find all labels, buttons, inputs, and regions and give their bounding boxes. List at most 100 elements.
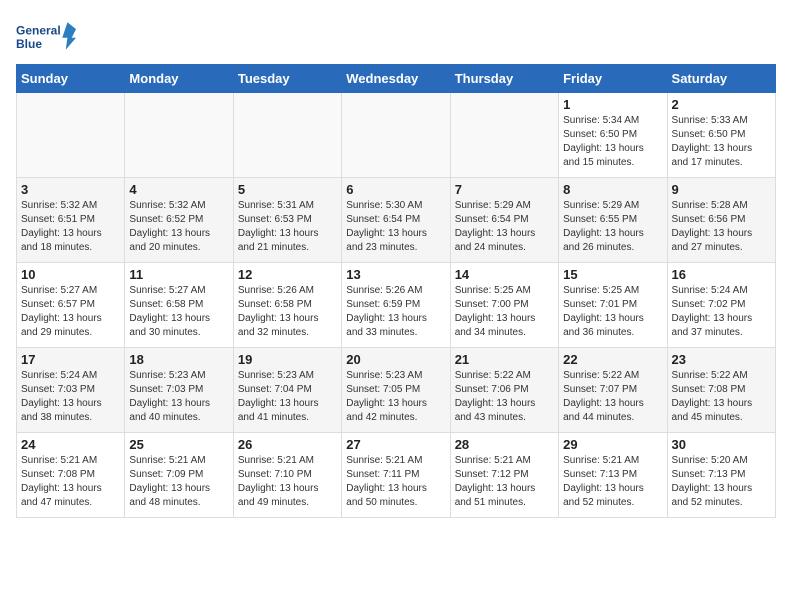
calendar-cell: 25 Sunrise: 5:21 AM Sunset: 7:09 PM Dayli… [125,433,233,518]
calendar-cell: 30Sunrise: 5:20 AM Sunset: 7:13 PM Dayli… [667,433,775,518]
weekday-header-sunday: Sunday [17,65,125,93]
day-number: 16 [672,267,771,282]
day-info: Sunrise: 5:21 AM Sunset: 7:13 PM Dayligh… [563,454,662,510]
calendar-cell [450,93,558,178]
svg-text:Blue: Blue [16,37,42,51]
day-number: 13 [346,267,445,282]
week-row-4: 17 Sunrise: 5:24 AM Sunset: 7:03 PM Dayli… [17,348,776,433]
calendar-cell: 11 Sunrise: 5:27 AM Sunset: 6:58 PM Dayli… [125,263,233,348]
calendar-cell: 23Sunrise: 5:22 AM Sunset: 7:08 PM Dayli… [667,348,775,433]
calendar-cell [233,93,341,178]
calendar-cell: 24 Sunrise: 5:21 AM Sunset: 7:08 PM Dayli… [17,433,125,518]
logo: General Blue [16,16,76,56]
day-number: 18 [129,352,228,367]
day-info: Sunrise: 5:23 AM Sunset: 7:04 PM Dayligh… [238,369,337,425]
day-number: 29 [563,437,662,452]
day-info: Sunrise: 5:24 AM Sunset: 7:02 PM Dayligh… [672,284,771,340]
day-number: 24 [21,437,120,452]
day-number: 20 [346,352,445,367]
day-info: Sunrise: 5:21 AM Sunset: 7:12 PM Dayligh… [455,454,554,510]
day-number: 7 [455,182,554,197]
day-info: Sunrise: 5:33 AM Sunset: 6:50 PM Dayligh… [672,114,771,170]
day-number: 22 [563,352,662,367]
week-row-3: 10Sunrise: 5:27 AM Sunset: 6:57 PM Dayli… [17,263,776,348]
weekday-header-wednesday: Wednesday [342,65,450,93]
calendar-cell: 17 Sunrise: 5:24 AM Sunset: 7:03 PM Dayli… [17,348,125,433]
day-number: 17 [21,352,120,367]
calendar-cell: 18 Sunrise: 5:23 AM Sunset: 7:03 PM Dayli… [125,348,233,433]
day-info: Sunrise: 5:26 AM Sunset: 6:58 PM Dayligh… [238,284,337,340]
calendar-cell: 2 Sunrise: 5:33 AM Sunset: 6:50 PM Daylig… [667,93,775,178]
day-info: Sunrise: 5:22 AM Sunset: 7:07 PM Dayligh… [563,369,662,425]
calendar-cell: 6Sunrise: 5:30 AM Sunset: 6:54 PM Daylig… [342,178,450,263]
calendar-cell: 21 Sunrise: 5:22 AM Sunset: 7:06 PM Dayli… [450,348,558,433]
day-number: 25 [129,437,228,452]
logo-svg: General Blue [16,16,76,56]
day-number: 14 [455,267,554,282]
calendar-cell: 3 Sunrise: 5:32 AM Sunset: 6:51 PM Daylig… [17,178,125,263]
calendar-cell: 16 Sunrise: 5:24 AM Sunset: 7:02 PM Dayli… [667,263,775,348]
calendar-cell: 20 Sunrise: 5:23 AM Sunset: 7:05 PM Dayli… [342,348,450,433]
calendar-cell: 29 Sunrise: 5:21 AM Sunset: 7:13 PM Dayli… [559,433,667,518]
weekday-header-row: SundayMondayTuesdayWednesdayThursdayFrid… [17,65,776,93]
calendar-cell: 10Sunrise: 5:27 AM Sunset: 6:57 PM Dayli… [17,263,125,348]
calendar-cell: 9 Sunrise: 5:28 AM Sunset: 6:56 PM Daylig… [667,178,775,263]
day-number: 9 [672,182,771,197]
calendar-cell: 8 Sunrise: 5:29 AM Sunset: 6:55 PM Daylig… [559,178,667,263]
day-number: 28 [455,437,554,452]
weekday-header-friday: Friday [559,65,667,93]
calendar-cell: 27 Sunrise: 5:21 AM Sunset: 7:11 PM Dayli… [342,433,450,518]
day-number: 2 [672,97,771,112]
day-number: 27 [346,437,445,452]
calendar-cell: 1 Sunrise: 5:34 AM Sunset: 6:50 PM Daylig… [559,93,667,178]
weekday-header-tuesday: Tuesday [233,65,341,93]
calendar-cell: 14Sunrise: 5:25 AM Sunset: 7:00 PM Dayli… [450,263,558,348]
day-info: Sunrise: 5:34 AM Sunset: 6:50 PM Dayligh… [563,114,662,170]
calendar-cell [17,93,125,178]
day-info: Sunrise: 5:27 AM Sunset: 6:58 PM Dayligh… [129,284,228,340]
day-number: 30 [672,437,771,452]
day-info: Sunrise: 5:30 AM Sunset: 6:54 PM Dayligh… [346,199,445,255]
week-row-5: 24 Sunrise: 5:21 AM Sunset: 7:08 PM Dayli… [17,433,776,518]
calendar-cell: 4 Sunrise: 5:32 AM Sunset: 6:52 PM Daylig… [125,178,233,263]
day-number: 1 [563,97,662,112]
calendar-cell [342,93,450,178]
day-info: Sunrise: 5:24 AM Sunset: 7:03 PM Dayligh… [21,369,120,425]
day-info: Sunrise: 5:28 AM Sunset: 6:56 PM Dayligh… [672,199,771,255]
weekday-header-saturday: Saturday [667,65,775,93]
svg-text:General: General [16,23,61,37]
day-number: 8 [563,182,662,197]
day-info: Sunrise: 5:29 AM Sunset: 6:55 PM Dayligh… [563,199,662,255]
day-info: Sunrise: 5:21 AM Sunset: 7:11 PM Dayligh… [346,454,445,510]
day-info: Sunrise: 5:21 AM Sunset: 7:10 PM Dayligh… [238,454,337,510]
calendar-cell: 7 Sunrise: 5:29 AM Sunset: 6:54 PM Daylig… [450,178,558,263]
day-number: 23 [672,352,771,367]
calendar-cell: 5 Sunrise: 5:31 AM Sunset: 6:53 PM Daylig… [233,178,341,263]
weekday-header-monday: Monday [125,65,233,93]
calendar-cell: 28 Sunrise: 5:21 AM Sunset: 7:12 PM Dayli… [450,433,558,518]
week-row-1: 1 Sunrise: 5:34 AM Sunset: 6:50 PM Daylig… [17,93,776,178]
day-info: Sunrise: 5:22 AM Sunset: 7:06 PM Dayligh… [455,369,554,425]
day-info: Sunrise: 5:29 AM Sunset: 6:54 PM Dayligh… [455,199,554,255]
day-info: Sunrise: 5:32 AM Sunset: 6:51 PM Dayligh… [21,199,120,255]
day-info: Sunrise: 5:21 AM Sunset: 7:09 PM Dayligh… [129,454,228,510]
day-number: 4 [129,182,228,197]
day-info: Sunrise: 5:26 AM Sunset: 6:59 PM Dayligh… [346,284,445,340]
day-info: Sunrise: 5:32 AM Sunset: 6:52 PM Dayligh… [129,199,228,255]
day-number: 3 [21,182,120,197]
day-number: 11 [129,267,228,282]
day-number: 5 [238,182,337,197]
day-number: 19 [238,352,337,367]
day-number: 12 [238,267,337,282]
day-info: Sunrise: 5:23 AM Sunset: 7:03 PM Dayligh… [129,369,228,425]
week-row-2: 3 Sunrise: 5:32 AM Sunset: 6:51 PM Daylig… [17,178,776,263]
day-number: 10 [21,267,120,282]
calendar-cell: 26 Sunrise: 5:21 AM Sunset: 7:10 PM Dayli… [233,433,341,518]
day-number: 21 [455,352,554,367]
weekday-header-thursday: Thursday [450,65,558,93]
day-number: 26 [238,437,337,452]
day-info: Sunrise: 5:21 AM Sunset: 7:08 PM Dayligh… [21,454,120,510]
day-info: Sunrise: 5:31 AM Sunset: 6:53 PM Dayligh… [238,199,337,255]
day-info: Sunrise: 5:23 AM Sunset: 7:05 PM Dayligh… [346,369,445,425]
calendar-cell: 19 Sunrise: 5:23 AM Sunset: 7:04 PM Dayli… [233,348,341,433]
